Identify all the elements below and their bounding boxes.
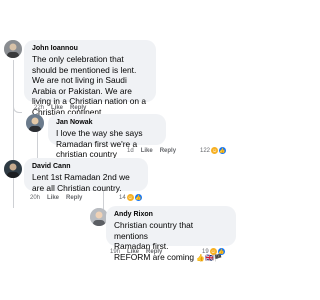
reaction-summary[interactable]: 122 ☺ 👍: [200, 147, 227, 154]
comment-bubble: John Ioannou The only celebration that s…: [24, 40, 156, 117]
comment-text: I love the way she says Ramadan first we…: [56, 128, 143, 160]
comment-text: Lent 1st Ramadan 2nd we are all Christia…: [32, 172, 130, 193]
reaction-summary[interactable]: 14 ☺ 👍: [119, 194, 142, 201]
reply-button[interactable]: Reply: [66, 195, 82, 201]
comment-text: Christian country that mentions Ramadan …: [114, 220, 228, 264]
comment-actions: 19h Like Reply: [110, 249, 162, 255]
reaction-count: 14: [119, 194, 126, 201]
comment-author[interactable]: David Cann: [32, 162, 140, 171]
like-button[interactable]: Like: [47, 195, 59, 201]
reaction-count: 19: [202, 248, 209, 255]
comment-bubble: Andy Rixon Christian country that mentio…: [106, 206, 236, 262]
like-button[interactable]: Like: [141, 148, 153, 154]
thread-line: [13, 60, 14, 168]
comment-actions: 1d Like Reply: [127, 148, 176, 154]
comment-actions: 22h Like Reply: [34, 105, 86, 111]
comment-author[interactable]: Andy Rixon: [114, 210, 228, 219]
like-icon: 👍: [219, 147, 227, 154]
reaction-summary[interactable]: 19 ☺ 👍: [202, 248, 225, 255]
reply-button[interactable]: Reply: [70, 105, 86, 111]
reply-button[interactable]: Reply: [160, 148, 176, 154]
avatar[interactable]: [4, 40, 22, 58]
avatar[interactable]: [4, 160, 22, 178]
comment-time[interactable]: 19h: [110, 249, 120, 255]
avatar[interactable]: [26, 114, 44, 132]
comment-time[interactable]: 20h: [30, 195, 40, 201]
comment-text-line: Christian country that mentions: [114, 220, 194, 241]
comment-actions: 20h Like Reply: [30, 195, 82, 201]
comment-author[interactable]: John Ioannou: [32, 44, 148, 53]
reaction-count: 122: [200, 147, 211, 154]
comment-time[interactable]: 22h: [34, 105, 44, 111]
comment-bubble: Jan Nowak I love the way she says Ramada…: [48, 114, 166, 159]
haha-icon: ☺: [209, 248, 217, 255]
thread-connector: [13, 100, 22, 113]
emoji-icon: 👍🇬🇧🏴: [196, 254, 223, 262]
comment-author[interactable]: Jan Nowak: [56, 118, 158, 127]
reply-button[interactable]: Reply: [146, 249, 162, 255]
comment-time[interactable]: 1d: [127, 148, 134, 154]
like-icon: 👍: [217, 248, 225, 255]
haha-icon: ☺: [211, 147, 219, 154]
haha-icon: ☺: [126, 194, 134, 201]
like-button[interactable]: Like: [127, 249, 139, 255]
like-icon: 👍: [134, 194, 142, 201]
like-button[interactable]: Like: [51, 105, 63, 111]
comment-bubble: David Cann Lent 1st Ramadan 2nd we are a…: [24, 158, 148, 193]
